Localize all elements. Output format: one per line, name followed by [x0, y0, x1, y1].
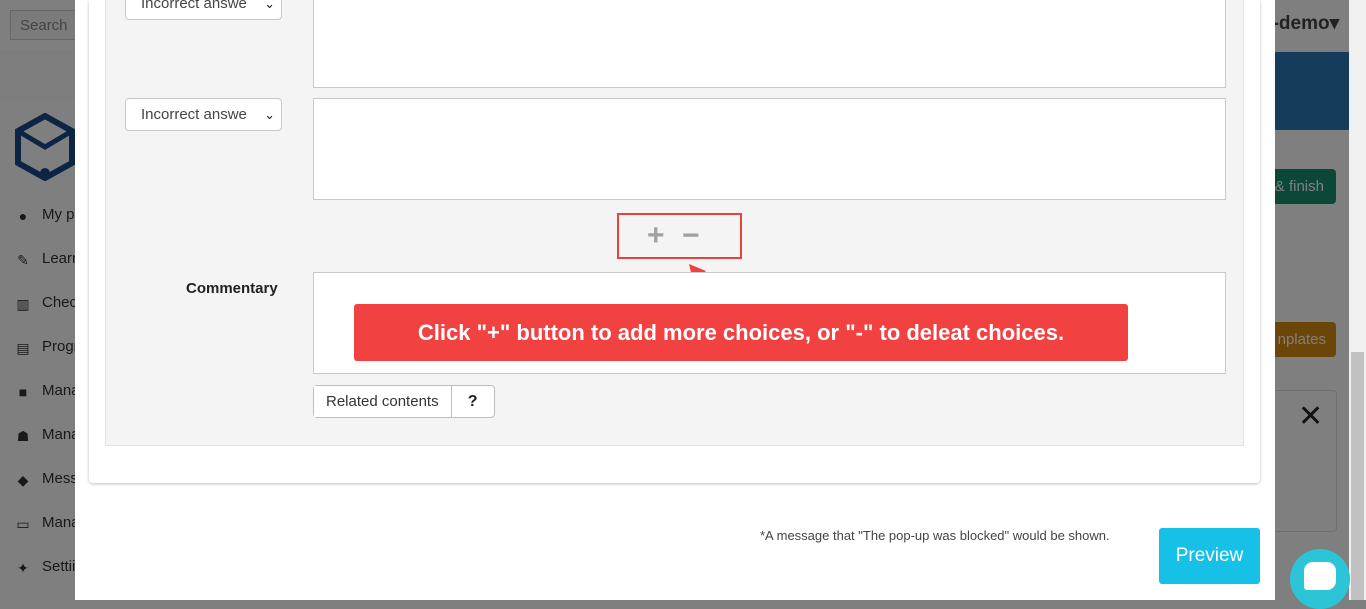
- preview-button[interactable]: Preview: [1159, 528, 1260, 584]
- choice-text-field[interactable]: [313, 0, 1226, 88]
- chevron-down-icon: ⌄: [264, 0, 275, 11]
- add-remove-choice-controls: + −: [617, 213, 742, 259]
- chat-icon: [1304, 562, 1336, 590]
- answer-type-select[interactable]: Incorrect answe ⌄: [125, 0, 282, 20]
- popup-note: *A message that "The pop-up was blocked"…: [760, 528, 1110, 543]
- choice-text-field[interactable]: [313, 98, 1226, 200]
- remove-choice-button[interactable]: −: [682, 221, 700, 251]
- scrollbar-thumb[interactable]: [1351, 352, 1364, 600]
- related-contents-button[interactable]: Related contents: [314, 386, 451, 417]
- answer-type-value: Incorrect answe: [141, 106, 247, 123]
- answer-type-value: Incorrect answe: [141, 0, 247, 12]
- help-button[interactable]: ?: [450, 386, 494, 417]
- add-choice-button[interactable]: +: [647, 221, 665, 251]
- commentary-label: Commentary: [186, 280, 278, 297]
- related-contents-group: Related contents ?: [313, 385, 495, 418]
- chevron-down-icon: ⌄: [264, 107, 275, 122]
- answer-type-select[interactable]: Incorrect answe ⌄: [125, 98, 282, 131]
- tutorial-callout: Click "+" button to add more choices, or…: [354, 304, 1128, 361]
